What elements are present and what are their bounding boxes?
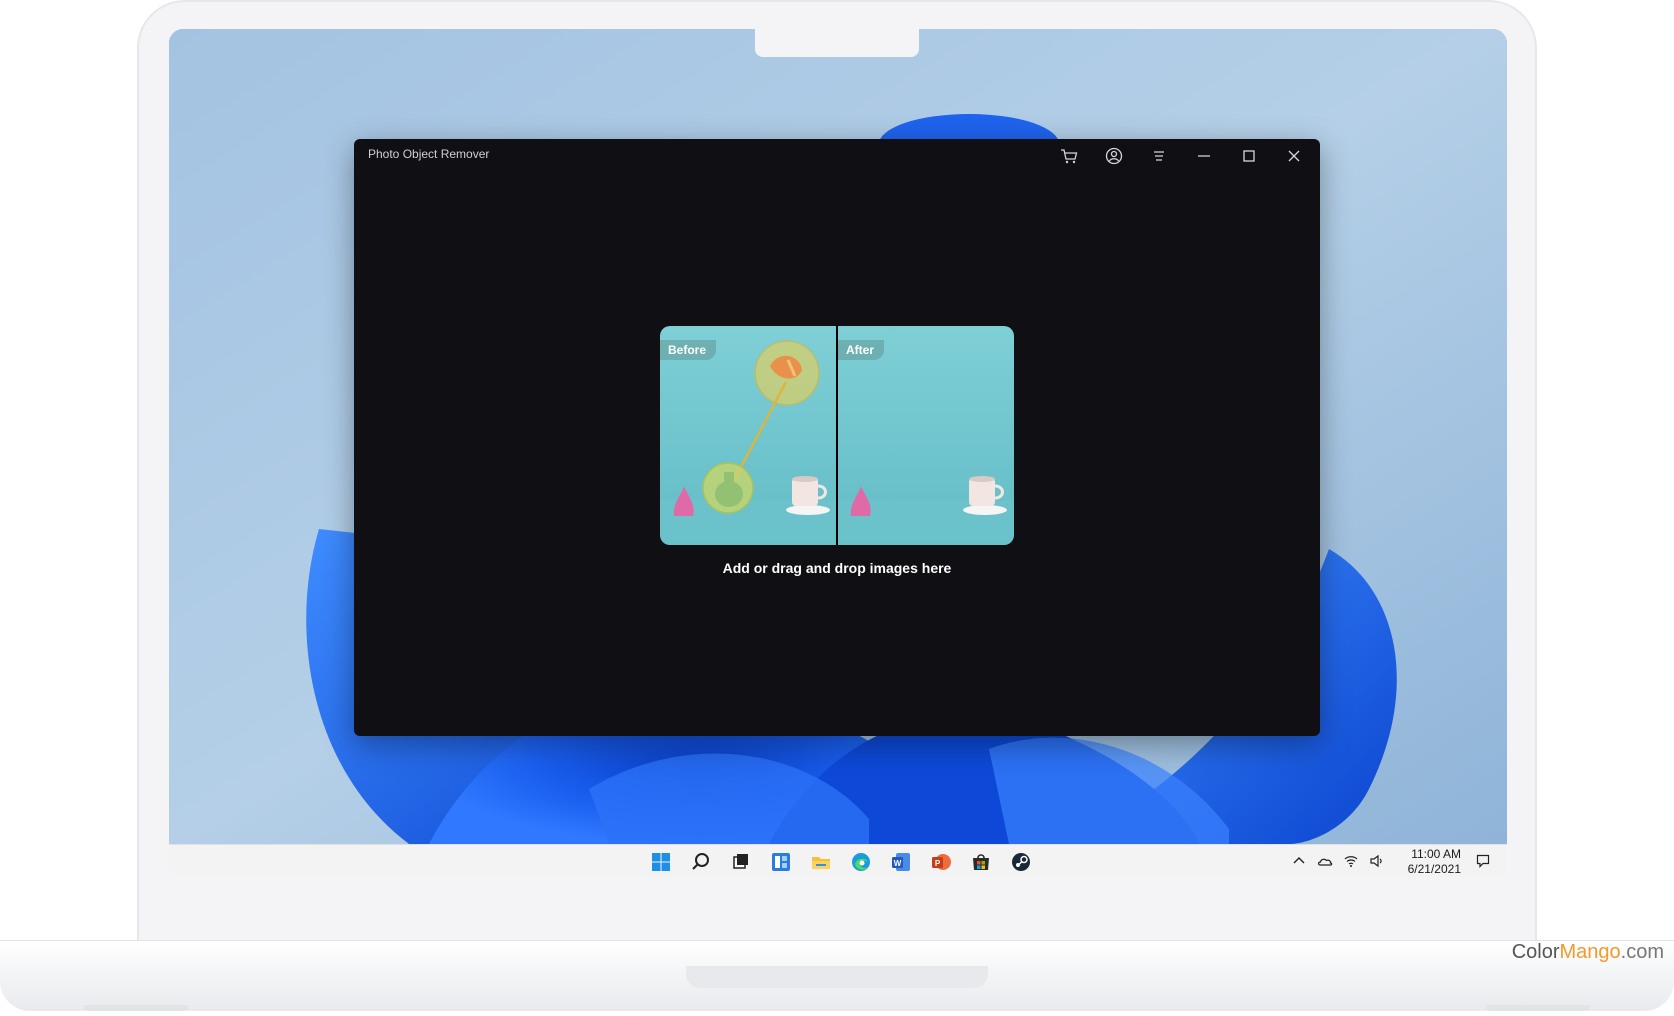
menu-icon[interactable] (1144, 143, 1174, 169)
powerpoint-icon[interactable]: P (926, 847, 956, 877)
after-tag: After (838, 340, 885, 360)
laptop-foot (1486, 1005, 1590, 1011)
camera-notch (755, 29, 919, 57)
before-after-illustration (660, 326, 1014, 545)
watermark-part2: Mango (1559, 941, 1621, 963)
wifi-icon[interactable] (1341, 851, 1361, 871)
file-explorer-icon[interactable] (806, 847, 836, 877)
clock-date: 6/21/2021 (1407, 862, 1461, 876)
search-icon[interactable] (686, 847, 716, 877)
account-icon[interactable] (1099, 143, 1129, 169)
laptop-notch (686, 966, 988, 988)
laptop-foot (84, 1005, 188, 1011)
task-view-icon[interactable] (726, 847, 756, 877)
watermark: ColorMango.com (1512, 941, 1664, 964)
store-icon[interactable] (966, 847, 996, 877)
before-tag: Before (660, 340, 717, 360)
watermark-part3: .com (1620, 941, 1664, 963)
watermark-part1: Color (1511, 941, 1560, 963)
window-title: Photo Object Remover (368, 147, 490, 161)
chevron-up-icon[interactable] (1289, 851, 1309, 871)
word-icon[interactable]: W (886, 847, 916, 877)
system-clock[interactable]: 11:00 AM 6/21/2021 (1397, 847, 1461, 877)
minimize-icon[interactable] (1189, 143, 1219, 169)
onedrive-icon[interactable] (1315, 851, 1335, 871)
close-icon[interactable] (1279, 143, 1309, 169)
notification-icon[interactable] (1473, 851, 1493, 871)
svg-text:W: W (894, 859, 902, 868)
volume-icon[interactable] (1367, 851, 1387, 871)
svg-text:P: P (935, 859, 941, 868)
clock-time: 11:00 AM (1411, 847, 1461, 861)
windows-start-icon[interactable] (646, 847, 676, 877)
taskbar: W P 11:00 AM 6/21/2021 (169, 844, 1507, 877)
photo-object-remover-window: Photo Object Remover Before After Add or… (354, 139, 1320, 736)
edge-icon[interactable] (846, 847, 876, 877)
widgets-icon[interactable] (766, 847, 796, 877)
cart-icon[interactable] (1054, 143, 1084, 169)
steam-icon[interactable] (1006, 847, 1036, 877)
maximize-icon[interactable] (1234, 143, 1264, 169)
image-drop-zone[interactable]: Before After (660, 326, 1014, 545)
drop-prompt: Add or drag and drop images here (722, 560, 952, 576)
